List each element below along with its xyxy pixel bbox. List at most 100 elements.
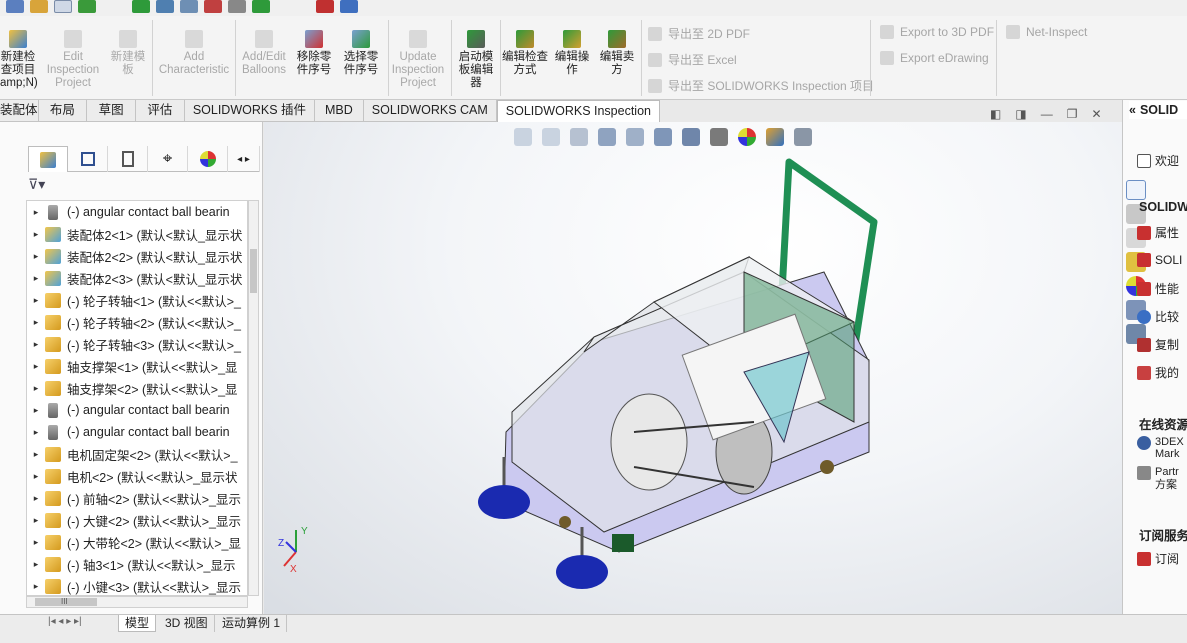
expand-arrow-icon[interactable]: ▸ [27,229,45,240]
export-excel-link[interactable]: 导出至 Excel [648,51,737,68]
dimxpert-tab[interactable]: ⌖ [148,146,188,172]
collapse-icon[interactable]: « [1129,103,1136,117]
expand-arrow-icon[interactable]: ▸ [27,471,45,482]
task-item-solidworks[interactable]: SOLI [1137,253,1182,267]
mass-icon[interactable] [180,0,198,13]
expand-arrow-icon[interactable]: ▸ [27,581,45,592]
expand-arrow-icon[interactable]: ▸ [27,383,45,394]
expand-arrow-icon[interactable]: ▸ [27,207,45,218]
tree-item[interactable]: ▸ 装配体2<2> (默认<默认_显示状 [27,245,247,267]
new-template-button[interactable]: 新建模板 [108,30,148,77]
new-inspection-project-button[interactable]: 新建检查项目amp;N) [0,30,38,90]
tree-item[interactable]: ▸ 轴支撑架<1> (默认<<默认>_显 [27,355,247,377]
task-item-subscription[interactable]: 订阅 [1137,550,1179,567]
options-icon[interactable] [340,0,358,13]
tree-item[interactable]: ▸ (-) 前轴<2> (默认<<默认>_显示 [27,487,247,509]
task-item-partner[interactable]: Partr 方案 [1137,466,1183,492]
tab-assembly[interactable]: 装配体 [0,100,39,122]
scroll-thumb[interactable] [250,249,257,293]
launch-template-editor-button[interactable]: 启动模板编辑器 [454,30,498,90]
task-item-my[interactable]: 我的 [1137,364,1179,381]
export-edrawing-link[interactable]: Export eDrawing [880,51,989,65]
task-item-copy[interactable]: 复制 [1137,336,1179,353]
tree-item[interactable]: ▸ (-) 小键<3> (默认<<默认>_显示 [27,575,247,595]
tile-left-icon[interactable]: ◧ [990,107,1001,121]
configuration-manager-tab[interactable] [108,146,148,172]
tree-vertical-scrollbar[interactable] [248,200,259,596]
cart-3d-model[interactable]: Y Z X [264,122,1122,614]
tab-scroll-arrows[interactable]: ◂ ▸ [228,146,260,172]
task-item-performance[interactable]: 性能 [1137,280,1179,297]
tree-item[interactable]: ▸ (-) 轴3<1> (默认<<默认>_显示 [27,553,247,575]
export-inspection-project-link[interactable]: 导出至 SOLIDWORKS Inspection 项目 [648,77,874,94]
tab-solidworks-addins[interactable]: SOLIDWORKS 插件 [185,100,316,122]
expand-arrow-icon[interactable]: ▸ [27,273,45,284]
edit-inspection-project-button[interactable]: Edit Inspection Project [42,30,104,90]
add-characteristic-button[interactable]: Add Characteristic [156,30,232,77]
close-icon[interactable]: ✕ [1091,107,1101,121]
net-inspect-link[interactable]: Net-Inspect [1006,25,1087,39]
tab-solidworks-inspection[interactable]: SOLIDWORKS Inspection [496,100,660,122]
tree-horizontal-scrollbar[interactable]: III [26,596,248,608]
add-edit-balloons-button[interactable]: Add/Edit Balloons [238,30,290,77]
graphics-viewport[interactable]: Y Z X [264,122,1122,614]
tab-mbd[interactable]: MBD [315,100,364,122]
tab-layout[interactable]: 布局 [39,100,88,122]
expand-arrow-icon[interactable]: ▸ [27,515,45,526]
feature-manager-tab[interactable] [28,146,68,172]
expand-arrow-icon[interactable]: ▸ [27,339,45,350]
expand-arrow-icon[interactable]: ▸ [27,559,45,570]
tree-item[interactable]: ▸ 电机<2> (默认<<默认>_显示状 [27,465,247,487]
accept-icon[interactable] [252,0,270,13]
tree-item[interactable]: ▸ 装配体2<3> (默认<默认_显示状 [27,267,247,289]
check-icon[interactable] [132,0,150,13]
home-icon[interactable] [1126,180,1146,200]
filter-icon[interactable]: ⊽▾ [28,176,45,193]
tab-motion-study[interactable]: 运动算例 1 [216,615,288,632]
expand-arrow-icon[interactable]: ▸ [27,361,45,372]
tree-item[interactable]: ▸ (-) 大键<2> (默认<<默认>_显示 [27,509,247,531]
tree-item[interactable]: ▸ (-) angular contact ball bearin [27,421,247,443]
task-item-compare[interactable]: 比较 [1137,308,1179,325]
expand-arrow-icon[interactable]: ▸ [27,537,45,548]
tree-item[interactable]: ▸ (-) 轮子转轴<1> (默认<<默认>_ [27,289,247,311]
tree-item[interactable]: ▸ (-) 轮子转轴<2> (默认<<默认>_ [27,311,247,333]
tree-item[interactable]: ▸ (-) 轮子转轴<3> (默认<<默认>_ [27,333,247,355]
export-2d-pdf-link[interactable]: 导出至 2D PDF [648,25,750,42]
expand-arrow-icon[interactable]: ▸ [27,493,45,504]
update-inspection-project-button[interactable]: Update Inspection Project [390,30,446,90]
expand-arrow-icon[interactable]: ▸ [27,317,45,328]
expand-arrow-icon[interactable]: ▸ [27,251,45,262]
tab-evaluate[interactable]: 评估 [136,100,185,122]
restore-icon[interactable]: ❐ [1067,107,1078,121]
edit-inspection-method-button[interactable]: 编辑检查方式 [502,30,548,77]
expand-arrow-icon[interactable]: ▸ [27,449,45,460]
welcome-link[interactable]: 欢迎 [1137,152,1179,169]
tree-item[interactable]: ▸ (-) angular contact ball bearin [27,201,247,223]
select-balloons-button[interactable]: 选择零件序号 [339,30,383,77]
tree-item[interactable]: ▸ (-) angular contact ball bearin [27,399,247,421]
open-icon[interactable] [30,0,48,13]
property-manager-tab[interactable] [68,146,108,172]
task-item-properties[interactable]: 属性 [1137,224,1179,241]
tree-item[interactable]: ▸ 轴支撑架<2> (默认<<默认>_显 [27,377,247,399]
flag-icon[interactable] [316,0,334,13]
tree-item[interactable]: ▸ (-) 大带轮<2> (默认<<默认>_显 [27,531,247,553]
tab-3d-views[interactable]: 3D 视图 [159,615,215,632]
tree-item[interactable]: ▸ 电机固定架<2> (默认<<默认>_ [27,443,247,465]
expand-arrow-icon[interactable]: ▸ [27,427,45,438]
tab-navigation-arrows[interactable]: |◂ ◂ ▸ ▸| [48,616,82,627]
select-icon[interactable] [54,0,72,13]
display-manager-tab[interactable] [188,146,228,172]
expand-arrow-icon[interactable]: ▸ [27,405,45,416]
edit-vendors-button[interactable]: 编辑卖方 [596,30,638,77]
tree-item[interactable]: ▸ 装配体2<1> (默认<默认_显示状 [27,223,247,245]
expand-arrow-icon[interactable]: ▸ [27,295,45,306]
interference-icon[interactable] [204,0,222,13]
tile-right-icon[interactable]: ◨ [1015,107,1026,121]
minimize-icon[interactable]: — [1041,107,1053,121]
sum-icon[interactable] [228,0,246,13]
new-icon[interactable] [6,0,24,13]
export-3d-pdf-link[interactable]: Export to 3D PDF [880,25,994,39]
tab-solidworks-cam[interactable]: SOLIDWORKS CAM [364,100,497,122]
